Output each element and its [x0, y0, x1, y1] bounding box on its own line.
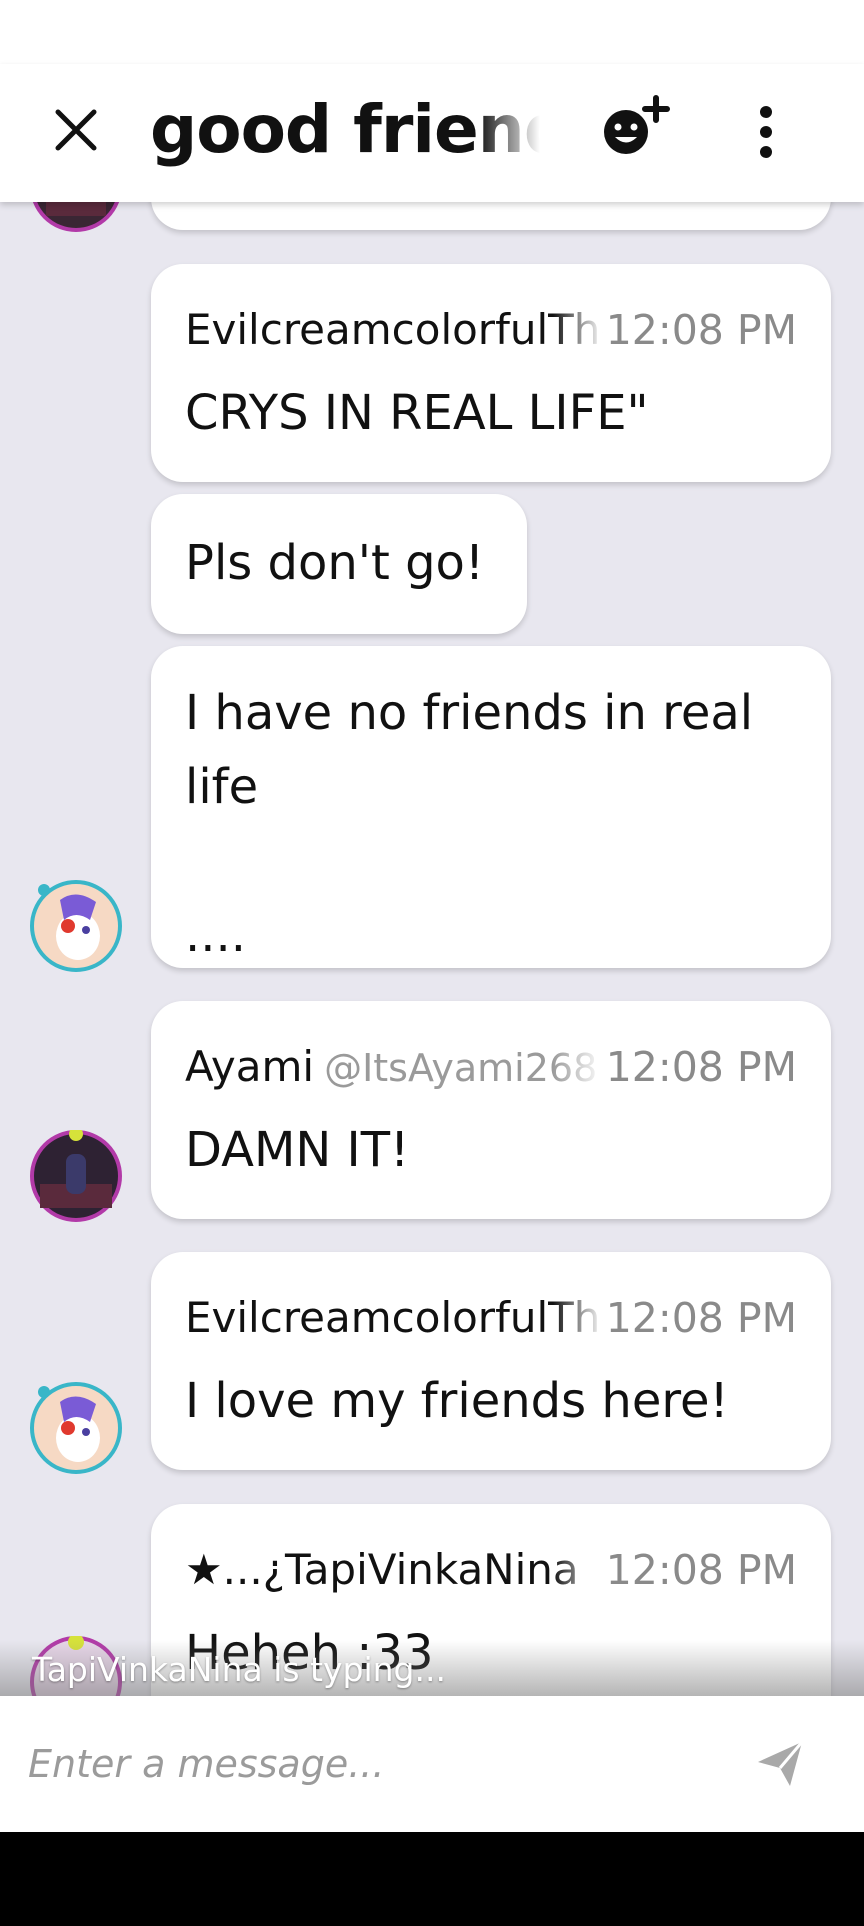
sender-name[interactable]: EvilcreamcolorfulTheCat	[185, 1290, 603, 1346]
message-timestamp: 12:08 PM	[605, 1546, 797, 1594]
message-timestamp: 12:08 PM	[605, 1294, 797, 1342]
message-text: Pls don't go!	[185, 535, 485, 591]
chat-header: good friends	[0, 64, 864, 202]
message-bubble[interactable]: EvilcreamcolorfulTheCat 12:08 PM I love …	[151, 1252, 831, 1470]
chat-screen: EvilcreamcolorfulTheCat 12:08 PM CRYS IN…	[0, 0, 864, 1926]
typing-indicator: TapiVinkaNina is typing...	[32, 1650, 446, 1689]
composer	[0, 1696, 864, 1832]
status-bar	[0, 0, 864, 64]
sender-name[interactable]: Ayami @ItsAyami268	[185, 1039, 603, 1095]
message-text: I love my friends here!	[185, 1373, 729, 1429]
message-text: I have no friends in real life ....	[185, 685, 754, 963]
message-list[interactable]: EvilcreamcolorfulTheCat 12:08 PM CRYS IN…	[0, 0, 864, 1696]
message-text: DAMN IT!	[185, 1122, 410, 1178]
chat-title[interactable]: good friends	[150, 88, 540, 172]
message-bubble[interactable]: EvilcreamcolorfulTheCat 12:08 PM CRYS IN…	[151, 264, 831, 482]
message-input[interactable]	[28, 1726, 728, 1802]
sender-handle: @ItsAyami268	[324, 1046, 598, 1090]
send-icon[interactable]	[754, 1738, 806, 1790]
avatar-evilcream[interactable]	[30, 1382, 122, 1474]
avatar-evilcream[interactable]	[30, 880, 122, 972]
system-navigation-bar	[0, 1832, 864, 1926]
sender-display-name: Ayami	[185, 1042, 315, 1091]
avatar-ayami[interactable]	[30, 1127, 122, 1222]
sender-name[interactable]: EvilcreamcolorfulTheCat	[185, 302, 603, 358]
sender-display-name: ★...¿TapiVinkaNina	[185, 1545, 579, 1594]
message-bubble[interactable]: Pls don't go!	[151, 494, 527, 634]
sender-display-name: EvilcreamcolorfulTheCat	[185, 305, 603, 354]
more-vertical-icon[interactable]	[746, 102, 786, 162]
message-bubble[interactable]: I have no friends in real life ....	[151, 646, 831, 968]
message-timestamp: 12:08 PM	[605, 1043, 797, 1091]
message-timestamp: 12:08 PM	[605, 306, 797, 354]
sender-display-name: EvilcreamcolorfulTheCat	[185, 1293, 603, 1342]
close-icon[interactable]	[50, 104, 102, 156]
message-bubble[interactable]: Ayami @ItsAyami268 12:08 PM DAMN IT!	[151, 1001, 831, 1219]
message-text: CRYS IN REAL LIFE"	[185, 385, 649, 441]
add-member-icon[interactable]	[598, 94, 672, 160]
sender-name[interactable]: ★...¿TapiVinkaNina	[185, 1542, 603, 1598]
